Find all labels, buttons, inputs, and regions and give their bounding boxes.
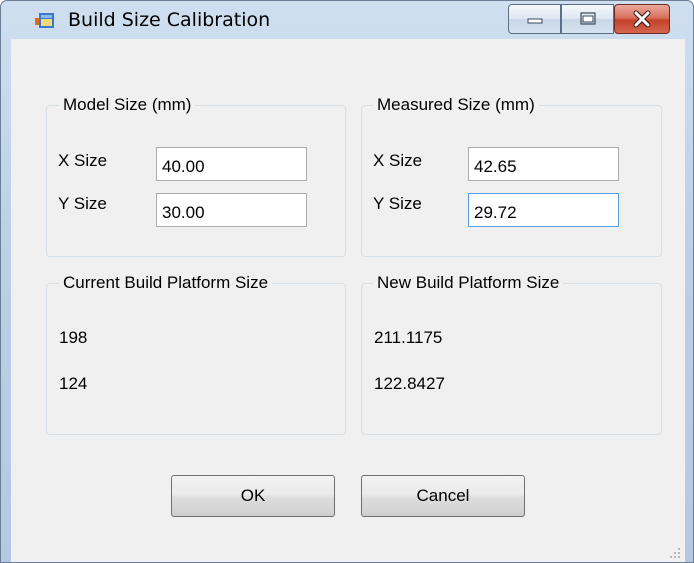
maximize-icon xyxy=(579,12,596,25)
model-y-label: Y Size xyxy=(58,194,107,213)
dialog-window: Build Size Calibration Model Size (mm) X… xyxy=(0,0,694,563)
close-button[interactable] xyxy=(614,4,670,34)
window-title: Build Size Calibration xyxy=(68,9,271,31)
dialog-client-area: Model Size (mm) X Size Y Size Measured S… xyxy=(11,39,685,562)
model-x-input[interactable] xyxy=(156,147,307,181)
measured-x-label: X Size xyxy=(373,151,423,170)
new-platform-group-title: New Build Platform Size xyxy=(373,273,564,293)
resize-grip-icon[interactable] xyxy=(668,546,682,560)
current-platform-group: Current Build Platform Size 198 124 xyxy=(46,273,346,435)
new-platform-y-value: 122.8427 xyxy=(374,374,445,393)
minimize-button[interactable] xyxy=(508,4,561,34)
title-bar[interactable]: Build Size Calibration xyxy=(1,1,693,39)
measured-size-group-title: Measured Size (mm) xyxy=(373,95,539,115)
current-platform-x-value: 198 xyxy=(59,328,88,347)
new-platform-group: New Build Platform Size 211.1175 122.842… xyxy=(361,273,662,435)
current-platform-group-title: Current Build Platform Size xyxy=(59,273,273,293)
measured-y-input[interactable] xyxy=(468,193,619,227)
new-platform-x-value: 211.1175 xyxy=(374,328,443,347)
model-x-label: X Size xyxy=(58,151,108,170)
ok-button[interactable]: OK xyxy=(171,475,335,517)
measured-x-input[interactable] xyxy=(468,147,619,181)
model-y-input[interactable] xyxy=(156,193,307,227)
model-size-group: Model Size (mm) X Size Y Size xyxy=(46,95,346,257)
cancel-button[interactable]: Cancel xyxy=(361,475,525,517)
measured-y-label: Y Size xyxy=(373,194,422,213)
current-platform-y-value: 124 xyxy=(59,374,88,393)
minimize-icon xyxy=(527,18,542,24)
maximize-button[interactable] xyxy=(561,4,614,34)
app-icon xyxy=(35,13,54,28)
measured-size-group: Measured Size (mm) X Size Y Size xyxy=(361,95,662,257)
model-size-group-title: Model Size (mm) xyxy=(59,95,196,115)
close-icon xyxy=(633,10,651,28)
